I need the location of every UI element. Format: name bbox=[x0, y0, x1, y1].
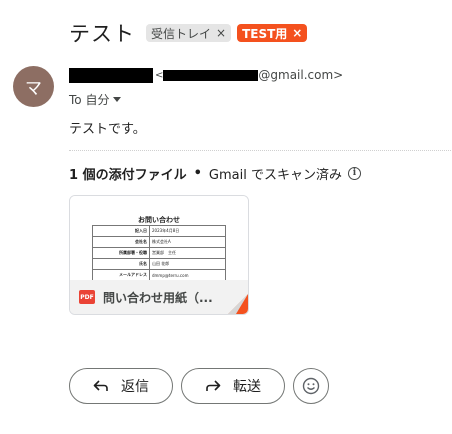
table-row: 所属部署・役職 営業部 主任 bbox=[92, 247, 226, 259]
attachment-file-name: 問い合わせ用紙（... bbox=[103, 291, 213, 305]
reply-label: 返信 bbox=[121, 379, 149, 395]
attachments-header: 1 個の添付ファイル • Gmail でスキャン済み i bbox=[69, 164, 361, 183]
preview-title: お問い合わせ bbox=[138, 216, 180, 224]
form-key: 記入日 bbox=[92, 225, 150, 237]
form-value: 株式会社A bbox=[149, 236, 226, 248]
forward-button[interactable]: 転送 bbox=[181, 368, 285, 404]
subject-row: テスト 受信トレイ × TEST用 × bbox=[69, 18, 313, 48]
page-fold-icon bbox=[228, 294, 248, 314]
attachment-count: 1 個の添付ファイル bbox=[69, 168, 187, 183]
pdf-icon: PDF bbox=[79, 290, 95, 304]
info-icon[interactable]: i bbox=[347, 167, 361, 180]
emoji-icon bbox=[302, 377, 320, 395]
separator-dot: • bbox=[193, 166, 202, 181]
remove-label-icon[interactable]: × bbox=[292, 26, 302, 40]
form-value: 2023年4月8日 bbox=[149, 225, 226, 237]
form-key: メールアドレス bbox=[92, 269, 150, 281]
forward-icon bbox=[205, 379, 221, 393]
attachment-preview: お問い合わせ 記入日 2023年4月8日 会社名 株式会社A 所属部署・役職 営業部 … bbox=[70, 196, 248, 292]
recipient-details-toggle[interactable]: To 自分 bbox=[69, 91, 122, 108]
reply-icon bbox=[93, 379, 109, 393]
table-row: 会社名 株式会社A bbox=[92, 236, 226, 248]
form-key: 所属部署・役職 bbox=[92, 247, 150, 259]
label-chip-test[interactable]: TEST用 × bbox=[237, 24, 308, 42]
address-open-bracket: < bbox=[155, 69, 164, 81]
form-value: 営業部 主任 bbox=[149, 247, 226, 259]
email-subject: テスト bbox=[69, 22, 135, 46]
redacted-sender-name bbox=[69, 67, 153, 83]
divider bbox=[69, 150, 451, 151]
form-key: 氏名 bbox=[92, 258, 150, 270]
attachment-footer: PDF 問い合わせ用紙（... bbox=[70, 280, 248, 314]
label-text: TEST用 bbox=[242, 26, 288, 41]
label-chip-inbox[interactable]: 受信トレイ × bbox=[146, 24, 232, 42]
remove-label-icon[interactable]: × bbox=[216, 26, 226, 40]
message-body: テストです。 bbox=[69, 122, 146, 137]
reply-button[interactable]: 返信 bbox=[69, 368, 173, 404]
label-text: 受信トレイ bbox=[151, 26, 212, 41]
forward-label: 転送 bbox=[233, 379, 261, 395]
sender-address-domain: @gmail.com> bbox=[258, 68, 344, 82]
sender-avatar[interactable]: マ bbox=[13, 66, 54, 107]
chevron-down-icon bbox=[113, 97, 122, 102]
table-row: メールアドレス dmmp@terru.com bbox=[92, 269, 226, 281]
sender-row: < @gmail.com> bbox=[69, 67, 343, 83]
table-row: 氏名 山田 花郎 bbox=[92, 258, 226, 270]
form-key: 会社名 bbox=[92, 236, 150, 248]
redacted-sender-address bbox=[163, 69, 259, 81]
table-row: 記入日 2023年4月8日 bbox=[92, 225, 226, 237]
recipient-label: To 自分 bbox=[69, 93, 110, 107]
emoji-reaction-button[interactable] bbox=[293, 368, 329, 404]
form-value: 山田 花郎 bbox=[149, 258, 226, 270]
attachment-card[interactable]: お問い合わせ 記入日 2023年4月8日 会社名 株式会社A 所属部署・役職 営業部 … bbox=[69, 195, 249, 315]
form-value: dmmp@terru.com bbox=[149, 269, 226, 281]
scan-status: Gmail でスキャン済み bbox=[208, 168, 342, 183]
